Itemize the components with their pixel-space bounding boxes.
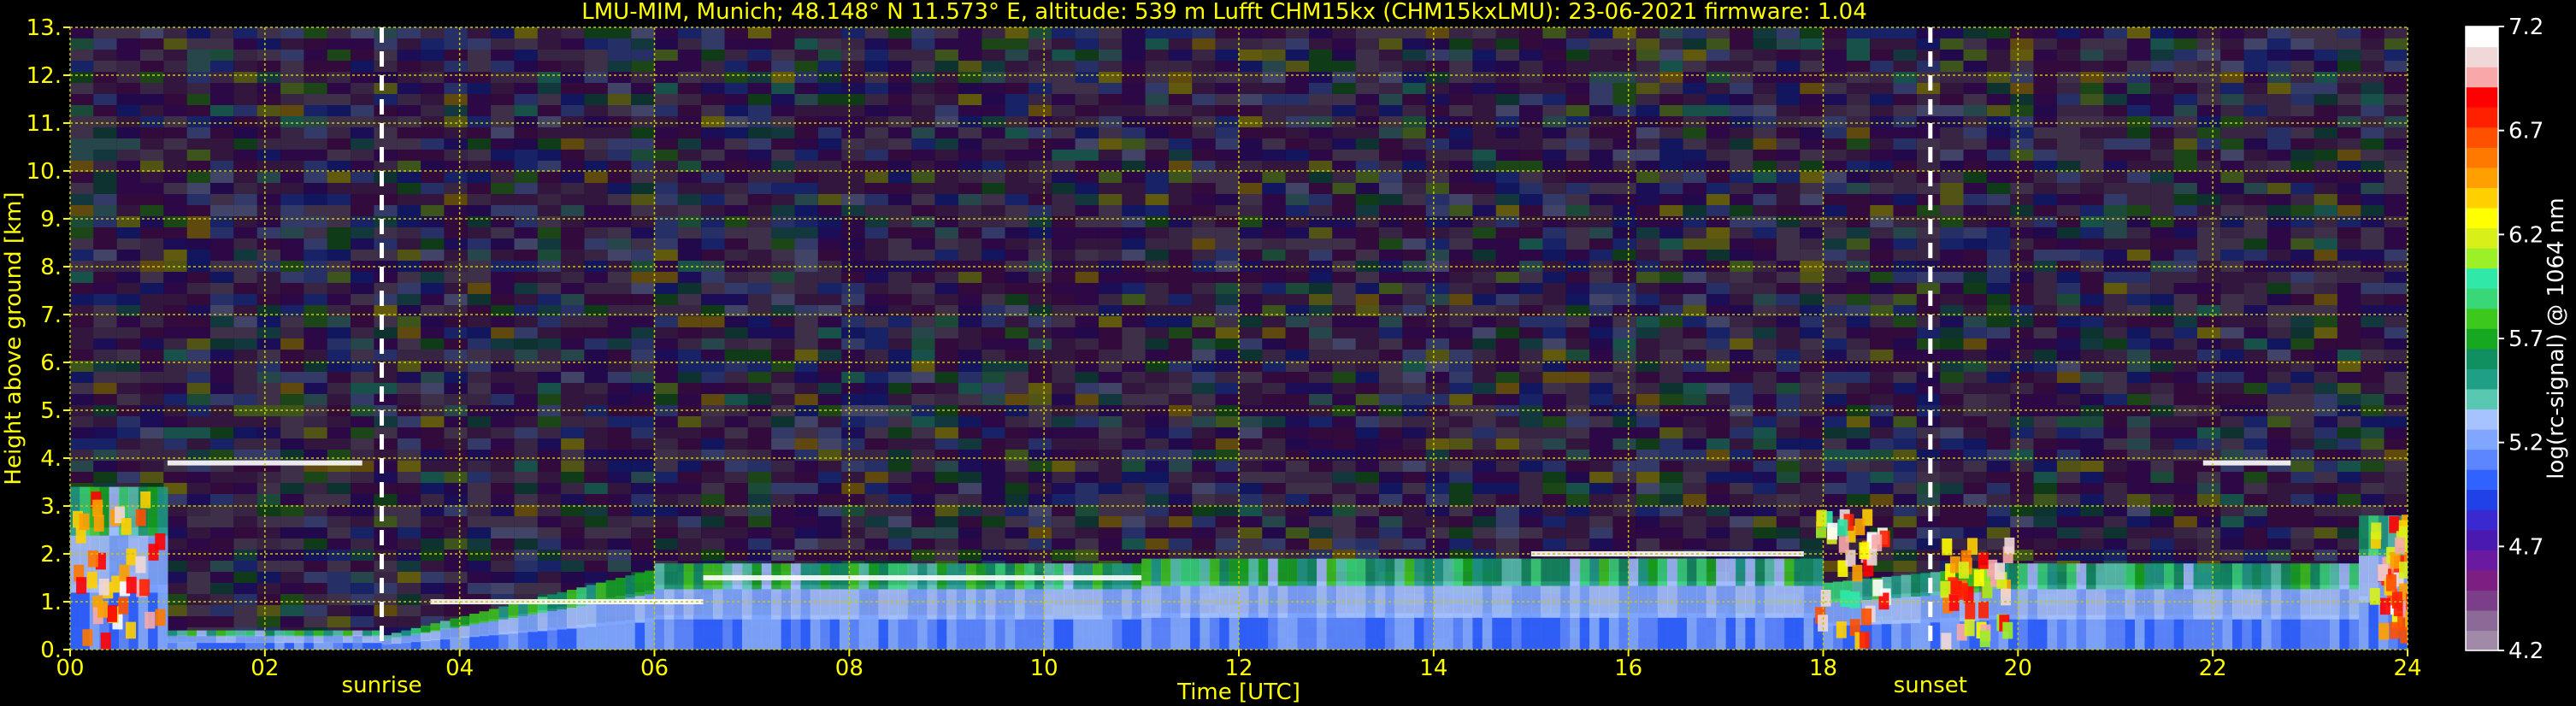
x-tick-label: 10 xyxy=(1030,656,1058,681)
colorbar-segment xyxy=(2466,147,2498,168)
colorbar-segment xyxy=(2466,348,2498,369)
y-tick-label: 8. xyxy=(40,255,62,280)
x-tick-label: 16 xyxy=(1614,656,1642,681)
colorbar-segment xyxy=(2466,167,2498,188)
y-tick-label: 9. xyxy=(40,207,62,232)
colorbar-tick-label: 7.2 xyxy=(2508,15,2544,40)
colorbar-segment xyxy=(2466,107,2498,128)
colorbar-segment xyxy=(2466,46,2498,68)
x-tick-label: 04 xyxy=(445,656,474,681)
y-tick-label: 12. xyxy=(27,63,62,89)
ceilometer-chart: LMU-MIM, Munich; 48.148° N 11.573° E, al… xyxy=(0,0,2576,706)
colorbar-segment xyxy=(2466,509,2498,531)
colorbar-segment xyxy=(2466,388,2498,410)
x-tick-label: 24 xyxy=(2393,656,2421,681)
colorbar-segment xyxy=(2466,428,2498,450)
colorbar-segment xyxy=(2466,590,2498,611)
colorbar-segment xyxy=(2466,67,2498,88)
y-tick-label: 5. xyxy=(40,398,62,424)
colorbar-segment xyxy=(2466,368,2498,390)
colorbar-segment xyxy=(2466,469,2498,491)
y-tick-label: 1. xyxy=(40,590,62,615)
colorbar-segment xyxy=(2466,449,2498,470)
annotation-sunrise: sunrise xyxy=(342,673,422,698)
y-tick-label: 2. xyxy=(40,542,62,568)
colorbar-label: log(rc-signal) @ 1064 nm xyxy=(2544,197,2569,479)
colorbar-segment xyxy=(2466,248,2498,269)
colorbar-segment xyxy=(2466,409,2498,430)
annotation-sunset: sunset xyxy=(1894,673,1967,698)
x-tick-label: 14 xyxy=(1419,656,1447,681)
colorbar-segment xyxy=(2466,609,2498,632)
colorbar-segment xyxy=(2466,489,2498,510)
y-tick-label: 4. xyxy=(40,446,62,472)
colorbar-segment xyxy=(2466,308,2498,329)
colorbar-segment xyxy=(2466,187,2498,209)
colorbar-tick-label: 5.7 xyxy=(2508,327,2544,352)
colorbar-segment xyxy=(2466,569,2498,591)
colorbar-segment xyxy=(2466,268,2498,289)
y-tick-label: 13. xyxy=(27,15,62,41)
colorbar-tick-label: 5.2 xyxy=(2508,431,2544,456)
plot-area xyxy=(69,26,2408,650)
backscatter-field xyxy=(70,27,2408,650)
y-tick-label: 3. xyxy=(40,494,62,520)
colorbar-tick-label: 6.2 xyxy=(2508,222,2544,248)
x-axis-label: Time [UTC] xyxy=(1176,680,1300,705)
x-tick-label: 00 xyxy=(56,656,84,681)
x-tick-label: 22 xyxy=(2199,656,2227,681)
colorbar-segment xyxy=(2466,207,2498,229)
colorbar-segment xyxy=(2466,630,2498,651)
colorbar-segment xyxy=(2466,288,2498,309)
y-tick-label: 10. xyxy=(27,159,62,185)
colorbar-segment xyxy=(2466,26,2498,48)
colorbar-segment xyxy=(2466,126,2498,148)
x-tick-label: 08 xyxy=(835,656,864,681)
colorbar-tick-label: 4.2 xyxy=(2508,638,2544,664)
y-axis-label: Height above ground [km] xyxy=(1,191,27,485)
colorbar-segment xyxy=(2466,529,2498,550)
x-tick-label: 20 xyxy=(2004,656,2032,681)
x-tick-label: 18 xyxy=(1809,656,1837,681)
colorbar-segment xyxy=(2466,86,2498,108)
colorbar-segment xyxy=(2466,328,2498,350)
x-tick-label: 02 xyxy=(251,656,279,681)
y-tick-label: 11. xyxy=(27,111,62,137)
y-tick-label: 7. xyxy=(40,303,62,328)
colorbar-segment xyxy=(2466,550,2498,571)
x-tick-label: 06 xyxy=(640,656,669,681)
chart-title: LMU-MIM, Munich; 48.148° N 11.573° E, al… xyxy=(581,0,1866,25)
y-tick-label: 6. xyxy=(40,350,62,376)
colorbar-tick-label: 6.7 xyxy=(2508,119,2544,144)
x-tick-label: 12 xyxy=(1224,656,1253,681)
colorbar-tick-label: 4.7 xyxy=(2508,534,2544,560)
colorbar-segment xyxy=(2466,227,2498,249)
